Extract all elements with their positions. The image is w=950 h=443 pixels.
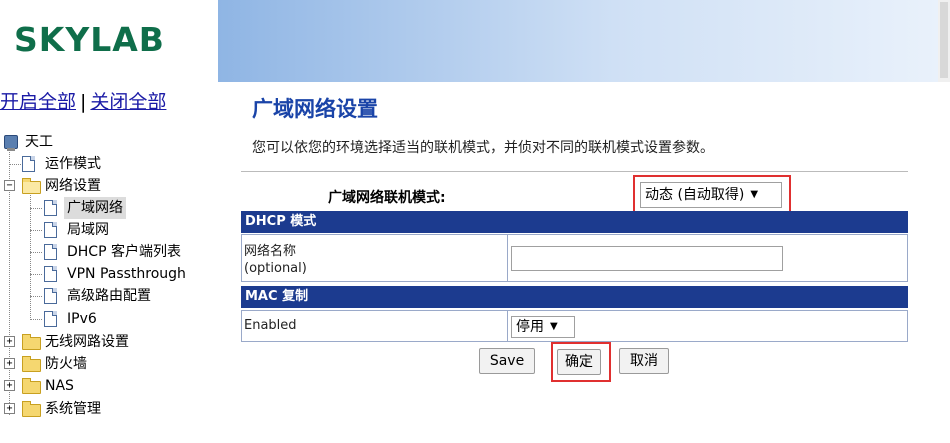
document-icon [44,266,57,282]
tree-line [30,319,42,320]
tree-line [9,164,21,165]
tree-folder-network-settings[interactable]: 网络设置 [22,175,104,197]
document-icon [44,244,57,260]
tree-toggle-links: 开启全部 | 关闭全部 [0,87,166,114]
tree-item-lan[interactable]: 局域网 [44,219,112,241]
banner-scrollbar-thumb[interactable] [940,2,948,78]
mac-clone-enabled-label: Enabled [244,318,297,333]
skylab-logo: SKYLAB [14,20,165,59]
document-icon [44,200,57,216]
header-banner [218,0,938,82]
document-icon [44,288,57,304]
tree-item-advanced-routing[interactable]: 高级路由配置 [44,285,154,307]
expand-toggle-icon[interactable]: + [4,336,15,347]
tree-root[interactable]: 天工 [4,131,56,153]
folder-icon [22,401,41,417]
tree-item-operation-mode[interactable]: 运作模式 [22,153,104,175]
document-icon [44,311,57,327]
tree-item-wan[interactable]: 广域网络 [44,197,126,219]
mac-clone-section-header: MAC 复制 [241,286,908,308]
toggle-separator: | [80,91,87,113]
hostname-input[interactable] [511,246,783,271]
connection-mode-value: 动态 (自动取得) [645,187,745,203]
tree-item-dhcp-clients[interactable]: DHCP 客户端列表 [44,241,184,263]
hostname-label: 网络名称 (optional) [244,244,307,276]
expand-all-link[interactable]: 开启全部 [0,91,76,113]
dropdown-arrow-icon: ▼ [550,321,558,332]
mac-clone-enabled-value: 停用 [516,319,544,335]
folder-icon [22,334,41,350]
document-icon [22,156,35,172]
tree-line [30,208,42,209]
page-description: 您可以依您的环境选择适当的联机模式，并侦对不同的联机模式设置参数。 [252,140,714,156]
connection-mode-label: 广域网络联机模式: [328,190,446,206]
connection-mode-select[interactable]: 动态 (自动取得) ▼ [640,182,782,208]
tree-folder-firewall[interactable]: 防火墙 [22,353,90,375]
computer-icon [4,135,18,151]
tree-folder-nas[interactable]: NAS [22,375,77,397]
tree-folder-system-management[interactable]: 系统管理 [22,398,104,420]
tree-line [30,274,42,275]
page-title: 广域网络设置 [252,97,378,121]
tree-line [30,296,42,297]
divider [241,171,908,172]
dhcp-section-header: DHCP 模式 [241,211,908,233]
folder-open-icon [22,178,41,194]
left-nav-frame: SKYLAB 开启全部 | 关闭全部 天工 运作模式 − 网络设置 广域网络 局… [0,0,218,443]
folder-icon [22,378,41,394]
collapse-all-link[interactable]: 关闭全部 [90,91,166,113]
collapse-toggle-icon[interactable]: − [4,180,15,191]
folder-icon [22,356,41,372]
confirm-button[interactable]: 确定 [557,349,601,375]
expand-toggle-icon[interactable]: + [4,380,15,391]
tree-item-ipv6[interactable]: IPv6 [44,308,100,330]
save-button[interactable]: Save [479,348,535,374]
cell-divider [507,234,508,282]
expand-toggle-icon[interactable]: + [4,358,15,369]
cancel-button[interactable]: 取消 [619,348,669,374]
tree-item-vpn-passthrough[interactable]: VPN Passthrough [44,263,189,285]
expand-toggle-icon[interactable]: + [4,403,15,414]
cell-divider [507,310,508,342]
mac-clone-enabled-select[interactable]: 停用 ▼ [511,316,575,338]
tree-folder-wireless-settings[interactable]: 无线网路设置 [22,331,132,353]
document-icon [44,222,57,238]
tree-line [30,230,42,231]
dropdown-arrow-icon: ▼ [750,189,759,200]
tree-line [30,252,42,253]
